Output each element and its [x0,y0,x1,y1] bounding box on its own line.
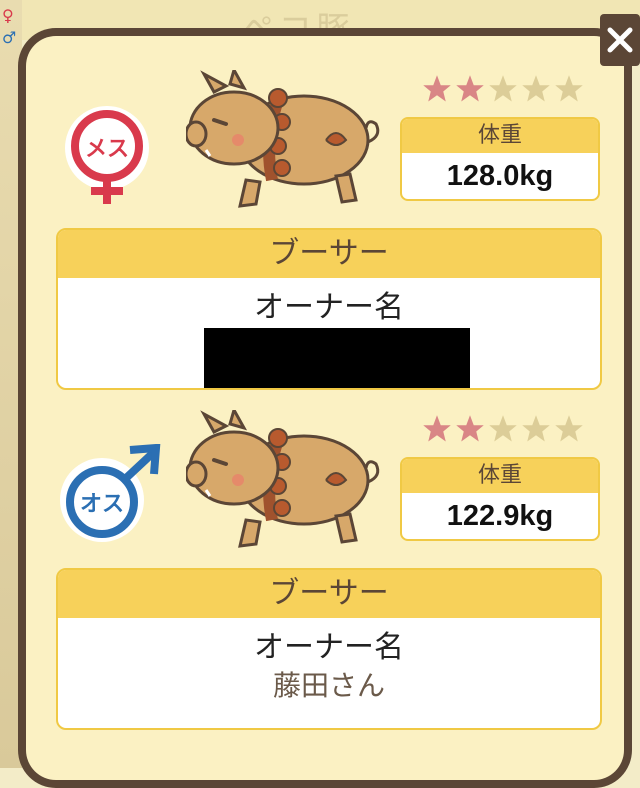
rating-stars [422,414,584,444]
breeder-title: ブーサー [58,570,600,618]
rating-stars [422,74,584,104]
weight-box: 体重 122.9kg [400,457,600,541]
pig-illustration [186,410,380,548]
weight-value: 128.0kg [446,160,554,192]
female-sex-label: メス [85,137,129,162]
owner-label: オーナー名 [254,290,404,325]
star-empty-icon [489,415,517,442]
star-filled-icon [423,415,451,442]
breeder-box: ブーサー オーナー名 藤田さん [56,568,602,730]
pig-card-male: オス 体重 122.9kg ブーサー オーナー名 藤田さん [0,340,640,730]
male-symbol-icon: オス [60,444,161,542]
star-filled-icon [423,75,451,102]
star-empty-icon [522,75,550,102]
star-filled-icon [456,75,484,102]
star-empty-icon [489,75,517,102]
breeder-title: ブーサー [58,230,600,278]
pig-card-female: メス 体重 128.0kg ブーサー オーナー名 [0,0,640,390]
pig-illustration [186,70,380,208]
star-empty-icon [555,415,583,442]
weight-box: 体重 128.0kg [400,117,600,201]
female-symbol-icon: メス [65,106,149,204]
star-filled-icon [456,415,484,442]
owner-name: 藤田さん [272,669,385,702]
weight-value: 122.9kg [446,500,554,532]
star-empty-icon [555,75,583,102]
weight-label: 体重 [402,119,598,153]
owner-label: オーナー名 [254,630,404,665]
star-empty-icon [522,415,550,442]
weight-label: 体重 [402,459,598,493]
male-sex-label: オス [80,492,124,517]
